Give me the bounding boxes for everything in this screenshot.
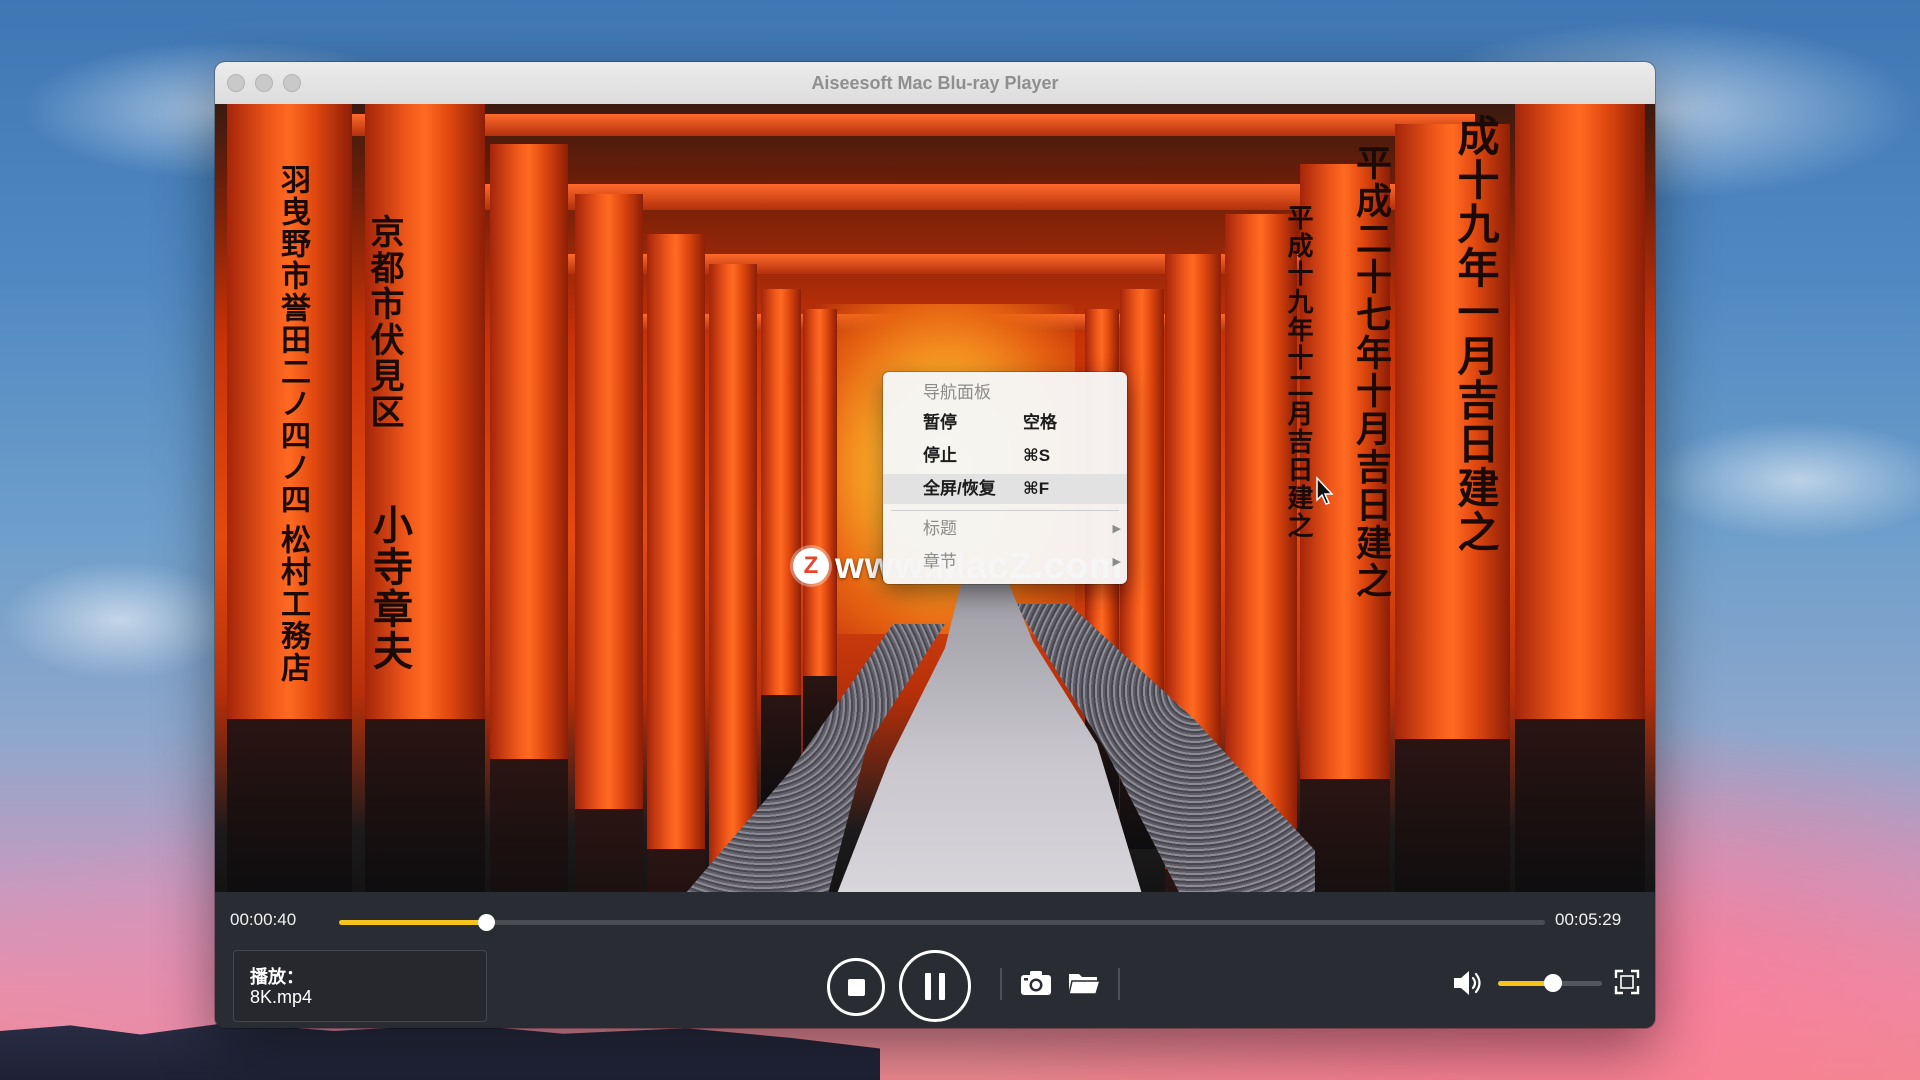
cloud [0, 560, 240, 680]
torii-pillar [1515, 104, 1645, 892]
player-window: Aiseesoft Mac Blu-ray Player 羽曳野市誉田二ノ四ノ四… [215, 62, 1655, 1028]
pillar-inscription: 成十九年一月吉日建之 [1451, 114, 1500, 554]
menu-item-navigation-panel: 导航面板 [883, 378, 1127, 408]
submenu-arrow-icon: ▶ [1112, 523, 1121, 535]
pause-icon [939, 972, 945, 1000]
folder-icon[interactable] [1067, 966, 1101, 1000]
torii-pillar [490, 144, 568, 892]
menu-item-shortcut: ⌘F [1023, 479, 1050, 498]
stop-icon [847, 978, 865, 996]
divider [1118, 968, 1120, 1000]
camera-icon[interactable] [1019, 966, 1053, 1000]
stop-button[interactable] [827, 958, 885, 1016]
menu-item-chapter[interactable]: 章节 ▶ [883, 547, 1127, 577]
pillar-inscription: 平成二十七年十月吉日建之 [1350, 144, 1392, 600]
total-time: 00:05:29 [1555, 910, 1622, 929]
pillar-inscription: 京都市伏見区 [364, 214, 404, 430]
torii-beam [345, 114, 1475, 136]
submenu-arrow-icon: ▶ [1112, 556, 1121, 568]
pillar-inscription: 羽曳野市誉田二ノ四ノ四 [275, 164, 310, 516]
title-bar[interactable]: Aiseesoft Mac Blu-ray Player [215, 62, 1655, 105]
pillar-inscription: 平成十九年十二月吉日建之 [1283, 204, 1313, 540]
divider [1000, 968, 1002, 1000]
menu-item-label: 停止 [923, 446, 957, 465]
torii-pillar [709, 264, 757, 892]
pillar-inscription: 松村工務店 [275, 524, 310, 684]
menu-item-label: 标题 [923, 519, 957, 538]
menu-item-label: 全屏/恢复 [923, 479, 996, 498]
menu-item-pause[interactable]: 暂停 空格 [883, 408, 1127, 438]
torii-pillar [575, 194, 643, 892]
cloud [1650, 420, 1920, 540]
pause-icon [925, 972, 931, 1000]
watermark-logo: Z [793, 548, 829, 584]
now-playing-box: 播放： 8K.mp4 [233, 950, 487, 1022]
mouse-cursor-icon [1316, 476, 1334, 505]
current-time: 00:00:40 [230, 910, 297, 929]
menu-separator [891, 510, 1119, 511]
status-label: 播放： [250, 967, 304, 987]
speaker-icon[interactable] [1451, 966, 1485, 1000]
menu-item-fullscreen-toggle[interactable]: 全屏/恢复 ⌘F [883, 474, 1127, 504]
menu-item-label: 导航面板 [923, 383, 991, 402]
menu-item-shortcut: ⌘S [1023, 446, 1051, 465]
context-menu: 导航面板 暂停 空格 停止 ⌘S 全屏/恢复 ⌘F 标题 ▶ 章节 ▶ [883, 372, 1127, 584]
control-bar: 00:00:40 00:05:29 播放： 8K.mp4 [215, 892, 1655, 1028]
menu-item-label: 暂停 [923, 413, 957, 432]
file-name: 8K.mp4 [250, 987, 313, 1007]
progress-fill [339, 920, 486, 925]
torii-pillar [647, 234, 705, 892]
pillar-inscription: 小寺章夫 [366, 504, 413, 672]
window-title: Aiseesoft Mac Blu-ray Player [811, 73, 1059, 93]
menu-item-title[interactable]: 标题 ▶ [883, 514, 1127, 544]
progress-slider[interactable] [339, 914, 1545, 931]
video-area[interactable]: 羽曳野市誉田二ノ四ノ四 松村工務店 京都市伏見区 小寺章夫 成十九年一月吉日建之… [215, 104, 1655, 892]
volume-slider[interactable] [1498, 974, 1602, 992]
volume-thumb[interactable] [1544, 974, 1563, 992]
menu-item-shortcut: 空格 [1023, 413, 1057, 432]
menu-item-stop[interactable]: 停止 ⌘S [883, 441, 1127, 471]
progress-thumb[interactable] [477, 914, 495, 931]
pause-button[interactable] [899, 950, 971, 1022]
menu-item-label: 章节 [923, 552, 957, 571]
fullscreen-icon[interactable] [1613, 968, 1641, 996]
